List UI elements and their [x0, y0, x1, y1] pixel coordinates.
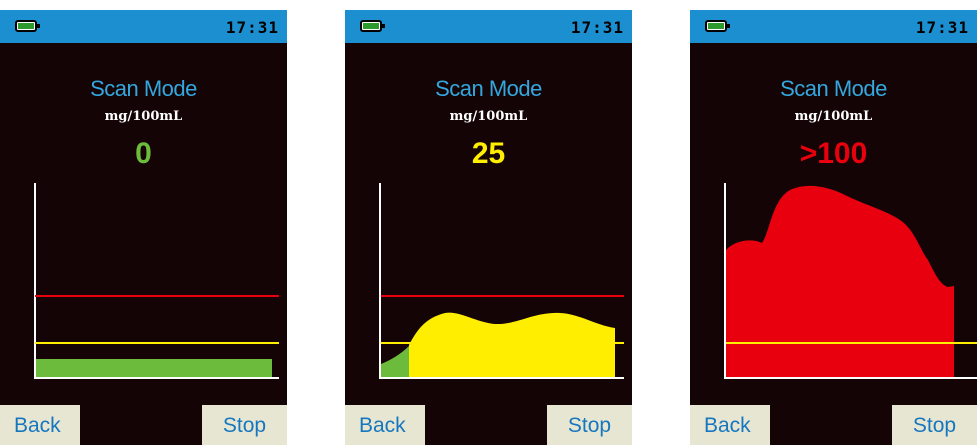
- back-button[interactable]: Back: [690, 405, 770, 445]
- scan-screen-3: 17:31 Scan Mode mg/100mL >100 Back Stop: [690, 10, 977, 445]
- scan-screen-2: 17:31 Scan Mode mg/100mL 25 Back Stop: [345, 10, 632, 445]
- signal-area-red: [726, 185, 954, 377]
- back-button[interactable]: Back: [345, 405, 425, 445]
- stop-button[interactable]: Stop: [547, 405, 632, 445]
- signal-area: [36, 359, 272, 377]
- stop-button[interactable]: Stop: [202, 405, 287, 445]
- signal-area-green: [381, 346, 409, 377]
- signal-area-yellow: [409, 312, 615, 377]
- scan-graph: [724, 183, 977, 379]
- scan-graph: [34, 183, 279, 379]
- scan-graph: [379, 183, 624, 379]
- stop-button[interactable]: Stop: [892, 405, 977, 445]
- scan-screen-1: 17:31 Scan Mode mg/100mL 0 Back Stop: [0, 10, 287, 445]
- back-button[interactable]: Back: [0, 405, 80, 445]
